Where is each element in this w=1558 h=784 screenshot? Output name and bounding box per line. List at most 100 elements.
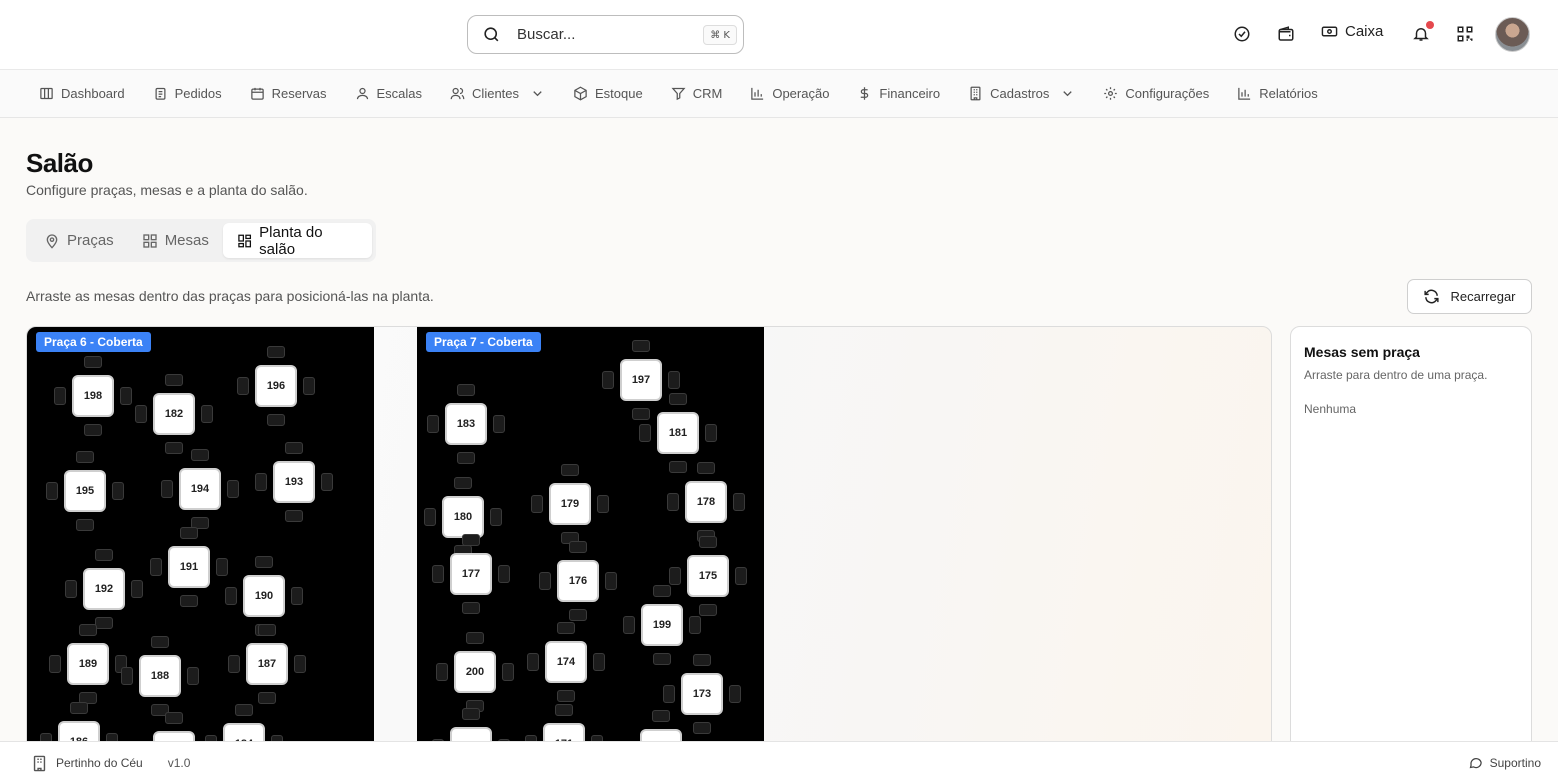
chair xyxy=(151,636,169,648)
support-label: Suportino xyxy=(1489,755,1541,770)
table-188[interactable]: 188 xyxy=(139,655,181,697)
nav-item-operacao[interactable]: Operação xyxy=(750,86,829,101)
table-173[interactable]: 173 xyxy=(681,673,723,715)
chair xyxy=(291,587,303,605)
table-178[interactable]: 178 xyxy=(685,481,727,523)
chair xyxy=(498,565,510,583)
table-200[interactable]: 200 xyxy=(454,651,496,693)
chair xyxy=(689,616,701,634)
nav-item-crm[interactable]: CRM xyxy=(671,86,723,101)
chair xyxy=(112,482,124,500)
table-196[interactable]: 196 xyxy=(255,365,297,407)
refresh-icon xyxy=(1424,289,1440,304)
bar-chart-icon xyxy=(1238,87,1251,100)
chair xyxy=(605,572,617,590)
table-193[interactable]: 193 xyxy=(273,461,315,503)
praca-area[interactable]: Praça 7 - Coberta 197 183 181 180 179 178 177 1… xyxy=(417,327,764,755)
building-icon xyxy=(970,86,981,101)
avatar[interactable] xyxy=(1495,17,1530,52)
layout-icon xyxy=(238,234,251,247)
chair xyxy=(267,414,285,426)
chair xyxy=(569,541,587,553)
nav-item-reservas[interactable]: Reservas xyxy=(250,86,327,101)
nav-item-configuracoes[interactable]: Configurações xyxy=(1103,86,1209,101)
chair xyxy=(180,595,198,607)
reload-button[interactable]: Recarregar xyxy=(1407,279,1532,314)
nav-label: CRM xyxy=(692,86,723,101)
chair xyxy=(121,667,133,685)
chair xyxy=(663,685,675,703)
table-199[interactable]: 199 xyxy=(641,604,683,646)
search-box[interactable]: Buscar... ⌘ K xyxy=(467,15,744,54)
table-174[interactable]: 174 xyxy=(545,641,587,683)
tab-pracas[interactable]: Praças xyxy=(30,223,128,258)
table-189[interactable]: 189 xyxy=(67,643,109,685)
nav-item-financeiro[interactable]: Financeiro xyxy=(857,86,940,101)
chair xyxy=(502,663,514,681)
table-190[interactable]: 190 xyxy=(243,575,285,617)
table-179[interactable]: 179 xyxy=(549,483,591,525)
nav-item-cadastros[interactable]: Cadastros xyxy=(968,86,1075,101)
chair xyxy=(258,624,276,636)
chair xyxy=(303,377,315,395)
table-175[interactable]: 175 xyxy=(687,555,729,597)
chair xyxy=(490,508,502,526)
table-177[interactable]: 177 xyxy=(450,553,492,595)
tab-mesas[interactable]: Mesas xyxy=(128,223,223,258)
chair xyxy=(79,624,97,636)
nav-item-pedidos[interactable]: Pedidos xyxy=(153,86,222,101)
praca-area[interactable]: Praça 6 - Coberta 198 182 196 195 194 193 192 1… xyxy=(27,327,374,755)
chair xyxy=(462,708,480,720)
tab-bar: Praças Mesas Planta do salão xyxy=(26,219,376,262)
nav-label: Pedidos xyxy=(174,86,222,101)
chair xyxy=(454,477,472,489)
nav-item-clientes[interactable]: Clientes xyxy=(450,86,545,101)
chair xyxy=(294,655,306,673)
nav-item-relatorios[interactable]: Relatórios xyxy=(1237,86,1318,101)
chair xyxy=(527,653,539,671)
qr-code-icon[interactable] xyxy=(1455,24,1475,44)
chair xyxy=(705,424,717,442)
tab-planta-do-salao[interactable]: Planta do salão xyxy=(222,223,372,258)
chair xyxy=(255,556,273,568)
chair xyxy=(225,587,237,605)
table-176[interactable]: 176 xyxy=(557,560,599,602)
filter-icon xyxy=(671,87,686,101)
chair xyxy=(54,387,66,405)
caixa-button[interactable]: Caixa xyxy=(1321,23,1383,40)
chat-icon xyxy=(1469,757,1482,769)
table-192[interactable]: 192 xyxy=(83,568,125,610)
table-182[interactable]: 182 xyxy=(153,393,195,435)
chair xyxy=(65,580,77,598)
nav-item-dashboard[interactable]: Dashboard xyxy=(39,86,125,101)
chair xyxy=(632,340,650,352)
table-195[interactable]: 195 xyxy=(64,470,106,512)
wallet-icon[interactable] xyxy=(1276,24,1296,44)
chair xyxy=(693,654,711,666)
box-icon xyxy=(574,86,587,101)
table-191[interactable]: 191 xyxy=(168,546,210,588)
search-input[interactable]: Buscar... xyxy=(517,26,575,43)
chair xyxy=(49,655,61,673)
planta-hint: Arraste as mesas dentro das praças para … xyxy=(26,288,434,304)
table-187[interactable]: 187 xyxy=(246,643,288,685)
nav-item-escalas[interactable]: Escalas xyxy=(355,86,422,101)
table-181[interactable]: 181 xyxy=(657,412,699,454)
check-circle-icon[interactable] xyxy=(1232,24,1252,44)
chair xyxy=(120,387,132,405)
table-198[interactable]: 198 xyxy=(72,375,114,417)
chair xyxy=(165,442,183,454)
user-icon xyxy=(356,87,368,100)
nav-item-estoque[interactable]: Estoque xyxy=(573,86,643,101)
floor-plan-canvas[interactable]: Praça 6 - Coberta 198 182 196 195 194 193 192 1… xyxy=(26,326,1272,756)
table-194[interactable]: 194 xyxy=(179,468,221,510)
chair xyxy=(84,424,102,436)
table-180[interactable]: 180 xyxy=(442,496,484,538)
chair xyxy=(46,482,58,500)
table-183[interactable]: 183 xyxy=(445,403,487,445)
top-bar: Buscar... ⌘ K Caixa xyxy=(0,0,1558,70)
dollar-icon xyxy=(861,87,869,100)
table-197[interactable]: 197 xyxy=(620,359,662,401)
support-button[interactable]: Suportino xyxy=(1468,755,1541,770)
chair xyxy=(258,692,276,704)
